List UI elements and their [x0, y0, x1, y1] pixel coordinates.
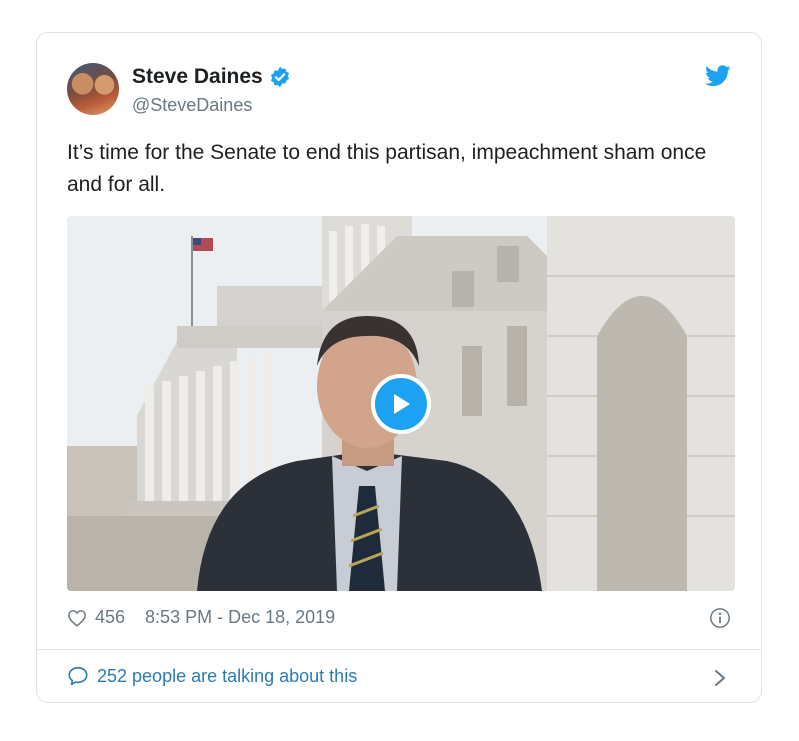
- divider: [37, 649, 761, 650]
- talking-about-link[interactable]: 252 people are talking about this: [67, 665, 357, 687]
- heart-icon[interactable]: [67, 609, 87, 627]
- tweet-card: Steve Daines @SteveDaines It’s time for …: [36, 32, 762, 703]
- chevron-right-icon[interactable]: [713, 667, 727, 689]
- avatar[interactable]: [67, 63, 119, 115]
- video-thumbnail[interactable]: [67, 216, 735, 591]
- info-icon[interactable]: [709, 607, 731, 629]
- author-handle[interactable]: @SteveDaines: [132, 95, 252, 116]
- speech-bubble-icon: [68, 666, 88, 686]
- talking-about-label[interactable]: 252 people are talking about this: [97, 666, 357, 687]
- play-button[interactable]: [371, 374, 431, 434]
- author-name-row[interactable]: Steve Daines: [132, 65, 291, 89]
- tweet-text: It’s time for the Senate to end this par…: [67, 141, 707, 196]
- play-icon: [394, 394, 410, 414]
- tweet-timestamp[interactable]: 8:53 PM - Dec 18, 2019: [145, 607, 335, 628]
- author-name[interactable]: Steve Daines: [132, 65, 263, 89]
- verified-badge-icon: [270, 66, 289, 88]
- twitter-bird-icon[interactable]: [705, 65, 731, 87]
- like-count[interactable]: 456: [95, 607, 125, 628]
- tweet-meta: 456 8:53 PM - Dec 18, 2019: [67, 607, 335, 628]
